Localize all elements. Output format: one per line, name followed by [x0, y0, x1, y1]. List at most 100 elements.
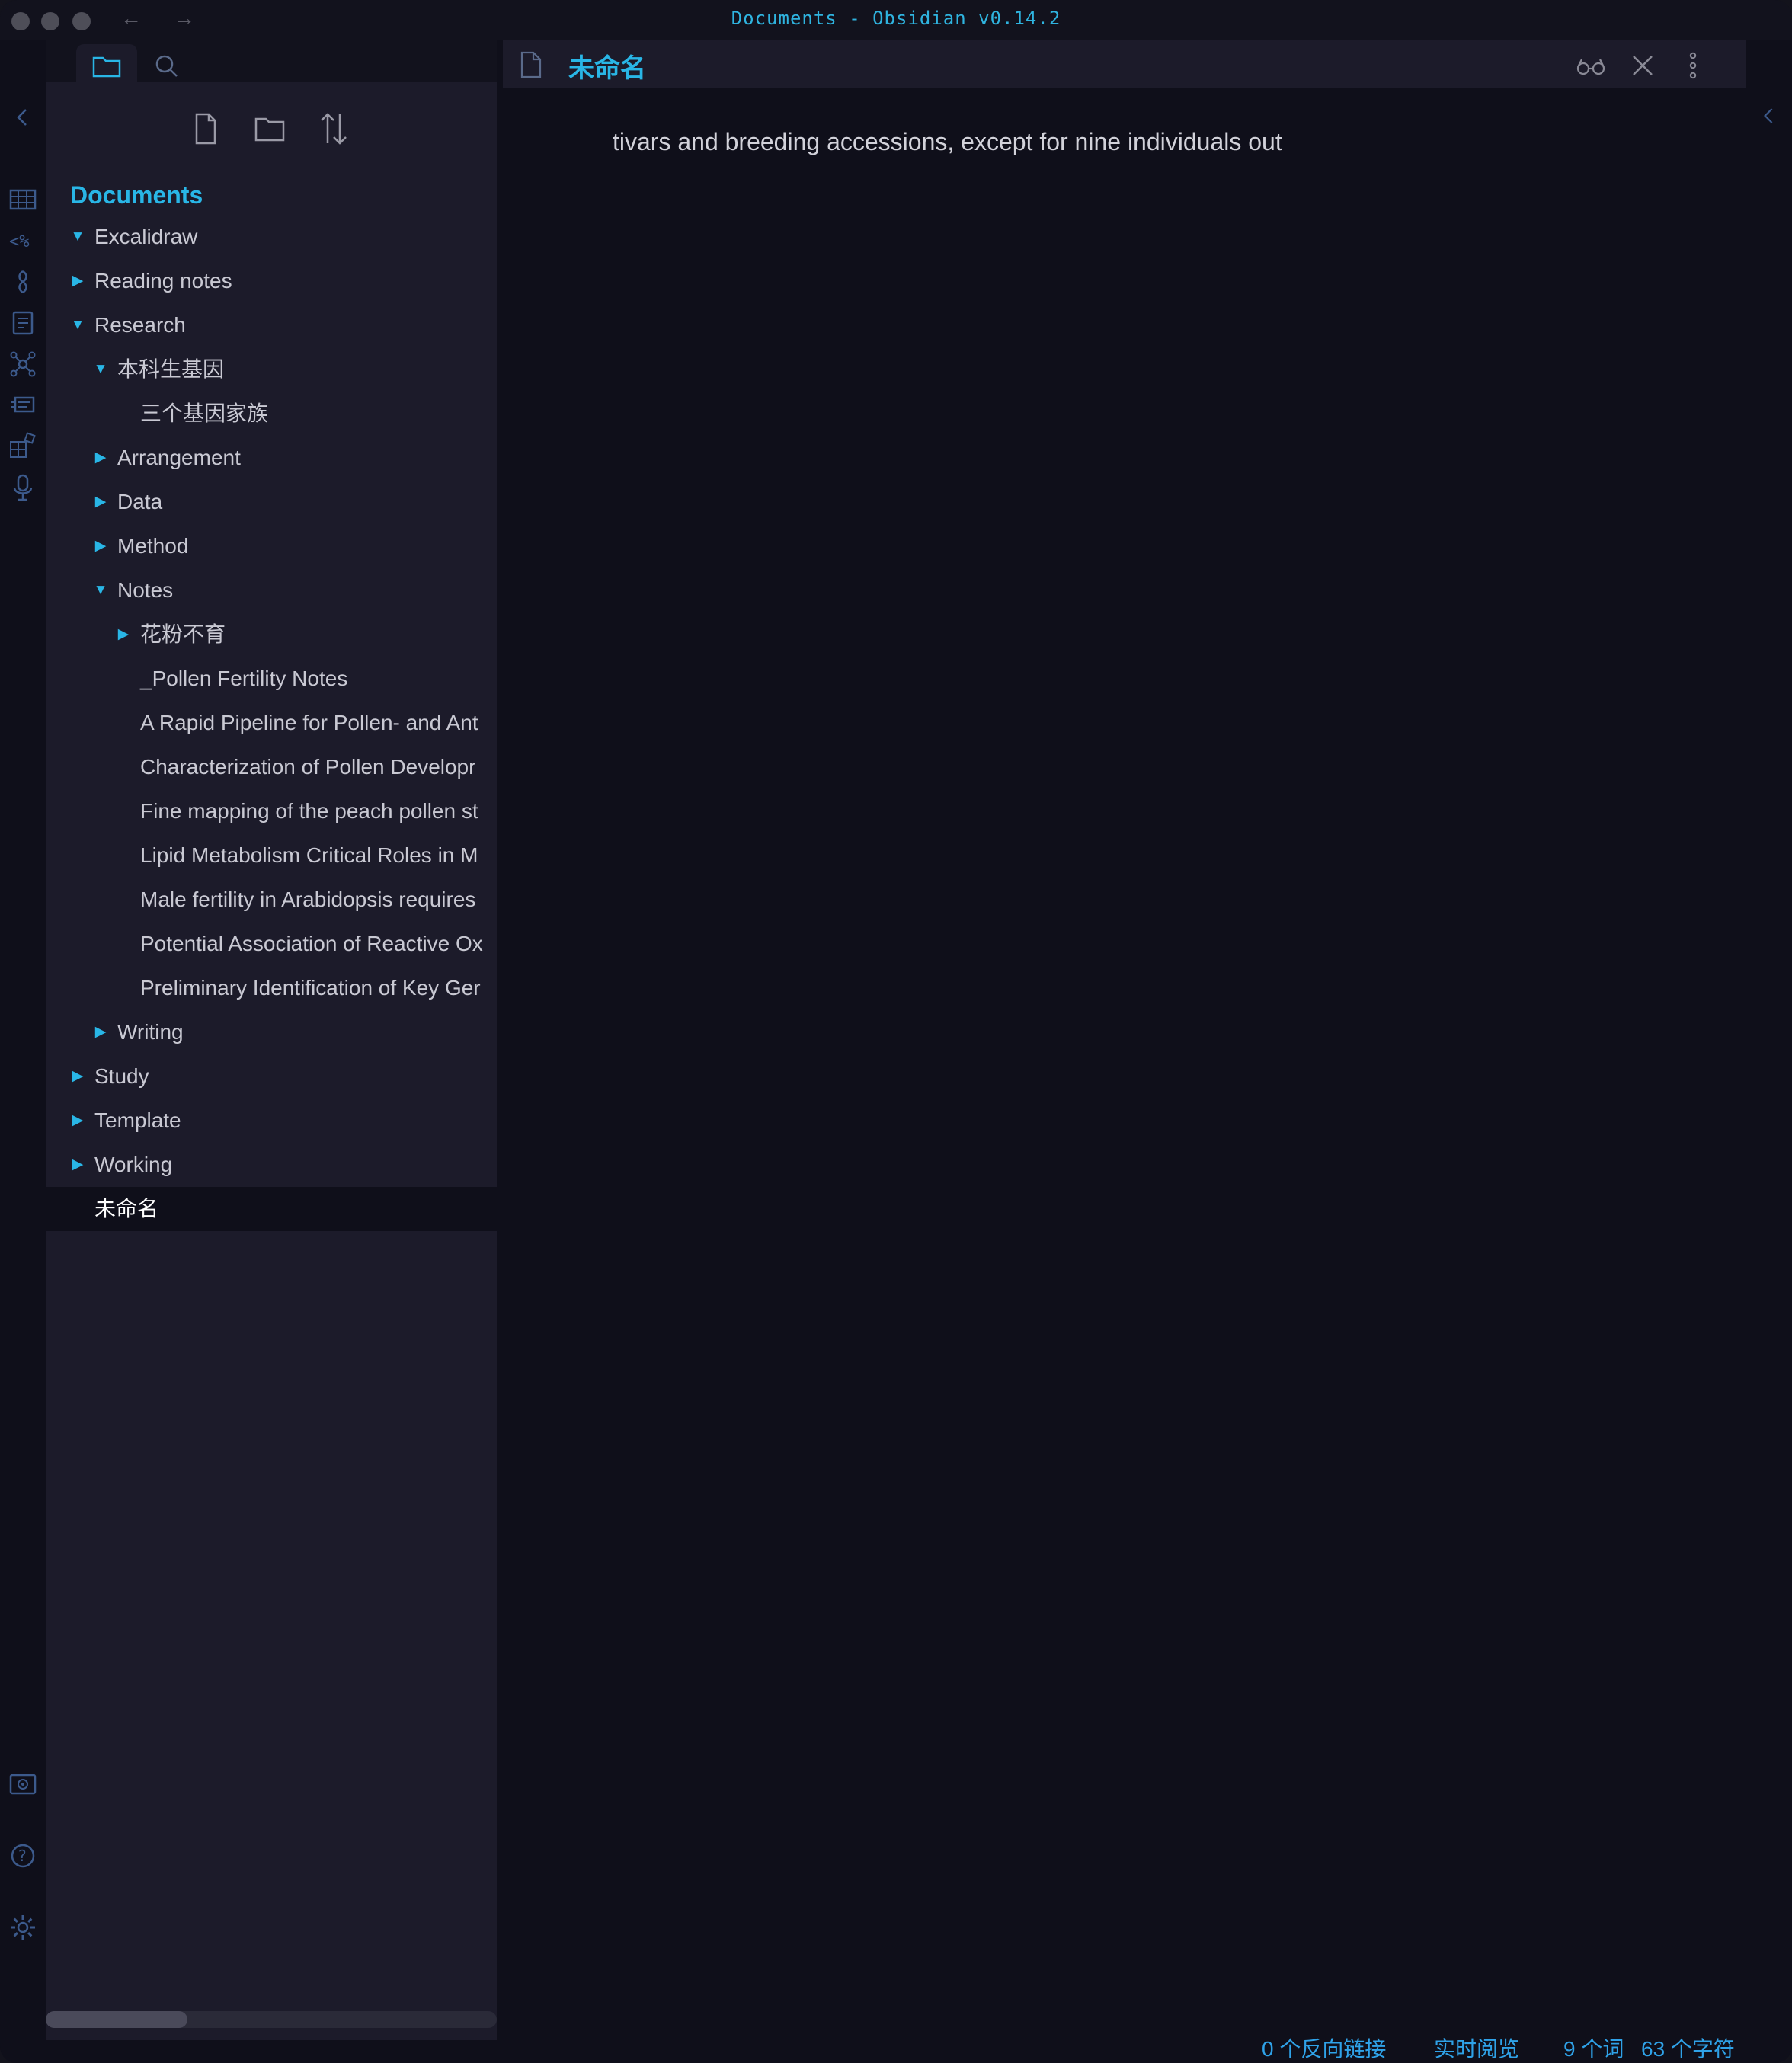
microphone-icon[interactable] [8, 472, 38, 503]
folder-item[interactable]: ▼ Research [46, 303, 497, 347]
file-item[interactable]: Preliminary Identification of Key Ger [46, 966, 497, 1010]
file-item[interactable]: A Rapid Pipeline for Pollen- and Ant [46, 701, 497, 745]
file-item[interactable]: Fine mapping of the peach pollen st [46, 789, 497, 833]
new-note-button[interactable] [187, 110, 224, 148]
folder-item[interactable]: ▶ Reading notes [46, 259, 497, 303]
chevron-right-icon[interactable]: ▶ [115, 613, 132, 657]
tree-item-label: Notes [117, 578, 174, 602]
tree-item-label: Working [94, 1153, 173, 1176]
file-item[interactable]: 未命名 [46, 1187, 497, 1231]
close-button[interactable] [1626, 49, 1659, 82]
tree-item-label: Potential Association of Reactive Ox [140, 932, 483, 955]
templater-icon[interactable]: <% [8, 225, 38, 256]
folder-item[interactable]: ▶ Working [46, 1143, 497, 1187]
vault-icon[interactable] [8, 1769, 38, 1799]
reading-view-button[interactable] [1574, 49, 1608, 82]
scrollbar-thumb[interactable] [46, 2011, 187, 2028]
folder-item[interactable]: ▼ 本科生基因 [46, 347, 497, 392]
file-item[interactable]: Characterization of Pollen Developr [46, 745, 497, 789]
backlinks-count[interactable]: 0 个反向链接 [1262, 2033, 1386, 2063]
tree-item-label: Research [94, 313, 186, 337]
tree-item-label: 本科生基因 [117, 357, 225, 381]
tab-file-explorer[interactable] [76, 44, 137, 82]
tree-item-label: 三个基因家族 [140, 401, 269, 425]
tree-item-label: Male fertility in Arabidopsis requires [140, 888, 476, 911]
folder-item[interactable]: ▼ Notes [46, 568, 497, 613]
chevron-right-icon[interactable]: ▶ [92, 524, 109, 568]
sidebar-horizontal-scrollbar[interactable] [46, 2011, 497, 2028]
chevron-right-icon[interactable]: ▶ [69, 1099, 86, 1143]
tree-item-label: Preliminary Identification of Key Ger [140, 976, 481, 1000]
editor-content[interactable]: tivars and breeding accessions, except f… [613, 128, 1282, 156]
tree-item-label: Method [117, 534, 189, 558]
folder-item[interactable]: ▶ 花粉不育 [46, 613, 497, 657]
svg-text:?: ? [18, 1847, 27, 1865]
app-window: ← → Documents - Obsidian v0.14.2 <% ? Do… [0, 0, 1792, 2063]
folder-item[interactable]: ▶ Study [46, 1054, 497, 1099]
editor-mode[interactable]: 实时阅览 [1434, 2033, 1519, 2063]
tree-item-label: 未命名 [94, 1197, 159, 1220]
word-count: 9 个词 [1563, 2037, 1624, 2061]
reading-view-icon [1576, 59, 1605, 75]
file-item[interactable]: 三个基因家族 [46, 392, 497, 436]
chevron-right-icon[interactable]: ▶ [69, 1143, 86, 1187]
new-folder-button[interactable] [251, 110, 288, 148]
folder-item[interactable]: ▶ Arrangement [46, 436, 497, 480]
file-explorer-actions [46, 110, 497, 155]
more-options-icon [1689, 52, 1697, 79]
settings-icon[interactable] [8, 1912, 38, 1943]
tree-item-label: Characterization of Pollen Developr [140, 755, 476, 779]
chevron-down-icon[interactable]: ▼ [69, 215, 86, 259]
chevron-right-icon[interactable]: ▶ [92, 480, 109, 524]
sort-button[interactable] [315, 110, 352, 148]
new-folder-icon [254, 117, 285, 142]
chevron-right-icon[interactable]: ▶ [92, 436, 109, 480]
editor-header: 未命名 [503, 40, 1746, 88]
folder-icon [92, 56, 121, 78]
plugins-icon[interactable] [8, 431, 38, 462]
tree-item-label: 花粉不育 [140, 622, 226, 646]
file-item[interactable]: Male fertility in Arabidopsis requires [46, 878, 497, 922]
slides-icon[interactable] [8, 390, 38, 421]
ribbon: <% ? [0, 40, 46, 2063]
folder-item[interactable]: ▶ Writing [46, 1010, 497, 1054]
file-item[interactable]: Lipid Metabolism Critical Roles in M [46, 833, 497, 878]
tree-item-label: Excalidraw [94, 225, 198, 248]
window-title: Documents - Obsidian v0.14.2 [731, 8, 1061, 29]
tree-item-label: Fine mapping of the peach pollen st [140, 799, 478, 823]
chevron-down-icon[interactable]: ▼ [69, 303, 86, 347]
editor-pane[interactable]: tivars and breeding accessions, except f… [503, 88, 1746, 2029]
chevron-down-icon[interactable]: ▼ [92, 568, 109, 613]
tree-item-label: Lipid Metabolism Critical Roles in M [140, 843, 478, 867]
status-bar: 0 个反向链接 实时阅览 9 个词 63 个字符 [0, 2029, 1792, 2063]
file-explorer: Documents ▼ Excalidraw ▶ Reading notes ▼ Rese… [46, 82, 497, 2040]
folder-item[interactable]: ▼ Excalidraw [46, 215, 497, 259]
file-item[interactable]: _Pollen Fertility Notes [46, 657, 497, 701]
close-icon [1633, 56, 1653, 75]
chevron-left-icon[interactable] [8, 102, 38, 133]
calendar-icon[interactable] [8, 308, 38, 338]
chevron-left-icon[interactable] [1755, 102, 1783, 130]
more-options-button[interactable] [1676, 49, 1710, 82]
graph-icon[interactable] [8, 349, 38, 379]
chevron-right-icon[interactable]: ▶ [92, 1010, 109, 1054]
title-bar: ← → Documents - Obsidian v0.14.2 [0, 0, 1792, 40]
table-icon[interactable] [8, 184, 38, 215]
file-icon [520, 51, 542, 78]
help-icon[interactable]: ? [8, 1841, 38, 1871]
chevron-right-icon[interactable]: ▶ [69, 259, 86, 303]
search-icon [155, 55, 178, 77]
pane-divider[interactable] [497, 40, 503, 2063]
folder-item[interactable]: ▶ Template [46, 1099, 497, 1143]
brain-icon[interactable] [8, 267, 38, 297]
tree-item-label: A Rapid Pipeline for Pollen- and Ant [140, 711, 478, 734]
folder-item[interactable]: ▶ Method [46, 524, 497, 568]
vault-title[interactable]: Documents [70, 181, 203, 209]
note-title[interactable]: 未命名 [568, 47, 646, 85]
folder-item[interactable]: ▶ Data [46, 480, 497, 524]
chevron-right-icon[interactable]: ▶ [69, 1054, 86, 1099]
tab-search[interactable] [137, 44, 198, 82]
char-count: 63 个字符 [1641, 2037, 1735, 2061]
chevron-down-icon[interactable]: ▼ [92, 347, 109, 392]
file-item[interactable]: Potential Association of Reactive Ox [46, 922, 497, 966]
